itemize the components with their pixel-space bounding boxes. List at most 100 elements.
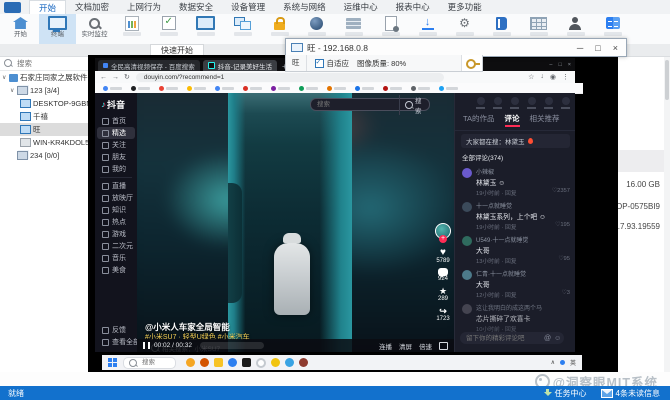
viewer-maximize-button[interactable]: □ bbox=[595, 43, 600, 53]
browser-minimize-button[interactable]: – bbox=[549, 62, 552, 68]
downloads-icon[interactable]: ↓ bbox=[540, 73, 544, 81]
ribbon-button-home[interactable]: 开始 bbox=[2, 14, 39, 45]
unread-messages-button[interactable]: 4条未读信息 bbox=[600, 388, 660, 399]
bookmark-item[interactable] bbox=[159, 85, 178, 91]
start-button-icon[interactable] bbox=[108, 358, 117, 367]
douyin-nav-view-all[interactable]: 查看全部 bbox=[95, 336, 140, 348]
tree-item-wang[interactable]: 旺 bbox=[0, 123, 88, 136]
menu-tab-home[interactable]: 开始 bbox=[29, 0, 67, 15]
fit-to-window-label[interactable]: 自适应 bbox=[327, 58, 350, 69]
menu-tab-device-mgmt[interactable]: 设备管理 bbox=[222, 0, 274, 14]
taskbar-search-input[interactable] bbox=[140, 358, 170, 367]
tree-search-input[interactable] bbox=[15, 57, 79, 69]
taskbar-app-icon[interactable] bbox=[242, 358, 251, 367]
comment-like-button[interactable]: ♡95 bbox=[558, 256, 570, 265]
viewer-minimize-button[interactable]: ─ bbox=[577, 43, 583, 53]
ribbon-button-audit[interactable] bbox=[150, 14, 187, 45]
bookmark-item[interactable] bbox=[411, 85, 430, 91]
commenter-avatar[interactable] bbox=[462, 304, 472, 314]
ribbon-button-report[interactable] bbox=[113, 14, 150, 45]
taskbar-app-icon[interactable] bbox=[200, 358, 209, 367]
douyin-nav-featured[interactable]: 精选 bbox=[97, 127, 135, 139]
ribbon-button-live-monitor[interactable]: 实时监控 bbox=[76, 14, 113, 45]
douyin-search-bar[interactable]: 搜索 bbox=[310, 94, 430, 115]
menu-tab-web-behavior[interactable]: 上网行为 bbox=[118, 0, 170, 14]
tree-item-company[interactable]: ∨石家庄同家之展软件开发有限 bbox=[0, 71, 88, 84]
douyin-nav-home[interactable]: 首页 bbox=[95, 115, 137, 127]
taskbar-search[interactable] bbox=[123, 356, 176, 369]
clear-screen-toggle[interactable]: 清屏 bbox=[399, 341, 412, 351]
fullscreen-icon[interactable] bbox=[439, 341, 448, 350]
shortcut-icon[interactable] bbox=[510, 97, 519, 109]
message-icon[interactable] bbox=[544, 97, 553, 109]
taskbar-app-icon[interactable] bbox=[256, 357, 266, 368]
douyin-nav-friends[interactable]: 朋友 bbox=[95, 151, 137, 163]
image-quality-label[interactable]: 图像质量: 80% bbox=[357, 58, 406, 69]
bookmark-star-icon[interactable]: ☆ bbox=[528, 73, 534, 81]
douyin-nav-knowledge[interactable]: 知识 bbox=[95, 204, 137, 216]
task-center-button[interactable]: 任务中心 bbox=[543, 388, 587, 399]
taskbar-app-icon[interactable] bbox=[299, 358, 308, 367]
video-player-area[interactable]: @小米人车家全局智能 #小米SU7 · 轻型U绿色 #小米汽车 相关搜索：小米S… bbox=[137, 93, 454, 352]
tree-item-win-kr4kdol5913[interactable]: WIN-KR4KDOL5913 bbox=[0, 136, 88, 149]
douyin-nav-games[interactable]: 游戏 bbox=[95, 228, 137, 240]
commenter-avatar[interactable] bbox=[462, 202, 472, 212]
douyin-nav-anime[interactable]: 二次元 bbox=[95, 240, 137, 252]
douyin-nav-cinema[interactable]: 放映厅 bbox=[95, 192, 137, 204]
menu-tab-data-security[interactable]: 数据安全 bbox=[170, 0, 222, 14]
speed-button[interactable]: 倍速 bbox=[419, 341, 432, 351]
back-icon[interactable]: ← bbox=[100, 74, 107, 81]
browser-tab-douyin[interactable]: 抖音-记录美好生活 bbox=[202, 60, 277, 71]
comment-input[interactable] bbox=[460, 333, 544, 343]
browser-close-button[interactable]: × bbox=[568, 62, 571, 68]
menu-tab-more[interactable]: 更多功能 bbox=[439, 0, 491, 14]
commenter-avatar[interactable] bbox=[462, 270, 472, 280]
taskbar-app-icon[interactable] bbox=[271, 358, 280, 367]
comment-like-button[interactable]: ♡195 bbox=[555, 222, 570, 231]
tree-search[interactable] bbox=[0, 56, 88, 71]
viewer-session-tab[interactable]: 旺 bbox=[286, 55, 307, 71]
reload-icon[interactable]: ↻ bbox=[124, 73, 130, 81]
tree-item-qianxi[interactable]: 千禧 bbox=[0, 110, 88, 123]
pause-icon[interactable] bbox=[143, 342, 150, 349]
bookmark-item[interactable] bbox=[103, 85, 122, 91]
bookmark-item[interactable] bbox=[187, 85, 206, 91]
bookmark-item[interactable] bbox=[439, 85, 458, 91]
taskbar-app-icon[interactable] bbox=[214, 358, 223, 367]
share-icon[interactable]: ↪ bbox=[433, 306, 453, 316]
ribbon-button-screen[interactable] bbox=[187, 14, 224, 45]
checkbox-checked-icon[interactable] bbox=[314, 58, 324, 68]
viewer-close-button[interactable]: × bbox=[613, 43, 618, 53]
tray-app-icon[interactable] bbox=[559, 360, 565, 365]
hot-search-row[interactable]: 大家都在搜：林黛玉 bbox=[461, 134, 570, 148]
favorite-icon[interactable]: ★ bbox=[433, 286, 453, 296]
douyin-nav-food[interactable]: 美食 bbox=[95, 264, 137, 276]
remote-screen-view[interactable]: 全民高清视频保存 - 百度搜索 抖音-记录美好生活 + – □ × ← → ↻ … bbox=[88, 55, 618, 372]
profile-icon[interactable] bbox=[561, 97, 570, 109]
taskbar-app-icon[interactable] bbox=[228, 358, 237, 367]
notification-icon[interactable] bbox=[527, 97, 536, 109]
bookmark-item[interactable] bbox=[383, 85, 402, 91]
browser-menu-icon[interactable]: ⋮ bbox=[562, 73, 569, 81]
browser-tab[interactable]: 全民高清视频保存 - 百度搜索 bbox=[98, 60, 200, 71]
tray-chevron-icon[interactable]: ∧ bbox=[551, 359, 555, 366]
tab-author-works[interactable]: TA的作品 bbox=[463, 113, 495, 127]
profile-icon[interactable]: ◉ bbox=[550, 73, 556, 81]
bookmark-item[interactable] bbox=[215, 85, 234, 91]
comment-like-button[interactable]: ♡2357 bbox=[552, 188, 570, 197]
autoplay-toggle[interactable]: 连播 bbox=[379, 341, 392, 351]
ribbon-button-terminal[interactable]: 终端 bbox=[39, 14, 76, 45]
tree-item-desktop-9gbna80[interactable]: DESKTOP-9GBNA80 bbox=[0, 97, 88, 110]
menu-tab-doc-encrypt[interactable]: 文档加密 bbox=[66, 0, 118, 14]
tree-item-group-123[interactable]: ∨ 123 [3/4] bbox=[0, 84, 88, 97]
browser-maximize-button[interactable]: □ bbox=[558, 62, 561, 68]
commenter-avatar[interactable] bbox=[462, 236, 472, 246]
mention-icon[interactable]: @ bbox=[544, 335, 551, 342]
author-avatar[interactable] bbox=[435, 223, 451, 243]
app-menu-icon[interactable] bbox=[4, 1, 21, 13]
bookmark-item[interactable] bbox=[243, 85, 262, 91]
douyin-nav-trending[interactable]: 热点 bbox=[95, 216, 137, 228]
douyin-nav-following[interactable]: 关注 bbox=[95, 139, 137, 151]
menu-tab-system-network[interactable]: 系统与网络 bbox=[274, 0, 335, 14]
comment-input-bar[interactable]: @ ☺ bbox=[460, 332, 564, 344]
